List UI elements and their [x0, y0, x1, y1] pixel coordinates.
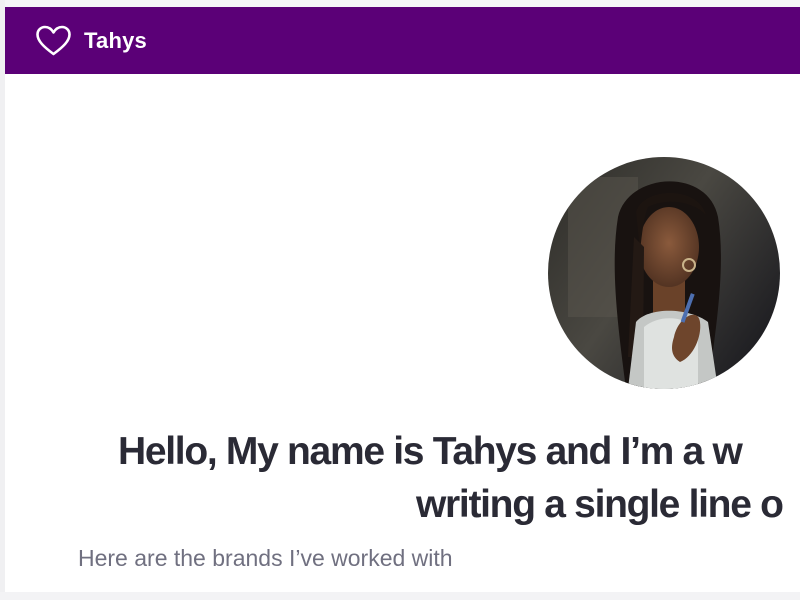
- frame-bottom: [0, 592, 800, 600]
- hero-title: Hello, My name is Tahys and I’m a w writ…: [5, 426, 800, 546]
- navbar: Tahys: [5, 7, 800, 74]
- avatar: [548, 157, 780, 389]
- page: Tahys Hello, My name is Tahys and I’m a …: [0, 0, 800, 600]
- hero-title-line-1: Hello, My name is Tahys and I’m a w: [118, 430, 743, 473]
- brand-name: Tahys: [84, 27, 147, 53]
- brands-heading: Here are the brands I’ve worked with: [78, 545, 453, 571]
- main-content: Hello, My name is Tahys and I’m a w writ…: [5, 74, 800, 592]
- heart-icon: [35, 25, 72, 57]
- brand-link[interactable]: Tahys: [35, 25, 147, 57]
- frame-top: [0, 0, 800, 7]
- hero-title-line-2: writing a single line o: [416, 483, 784, 526]
